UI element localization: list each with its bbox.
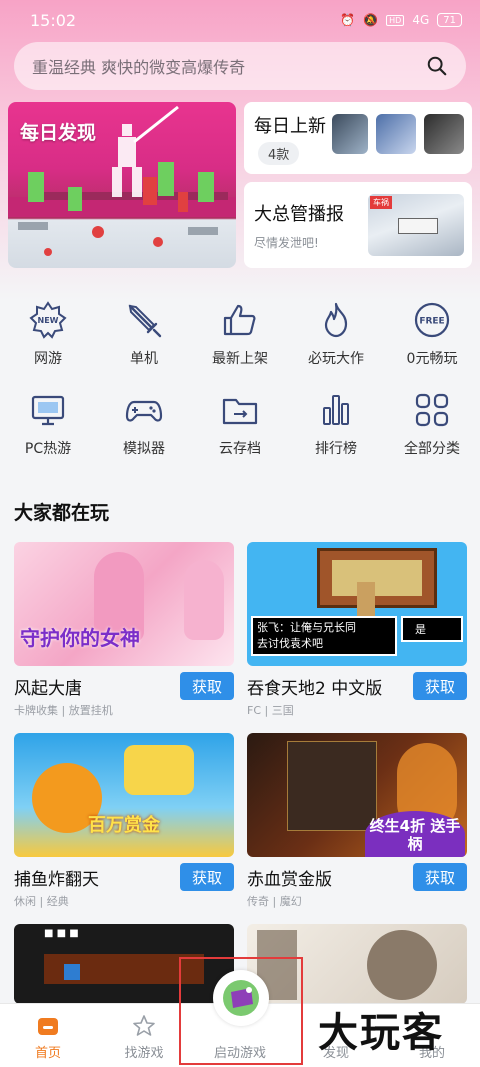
svg-text:NEW: NEW	[38, 316, 59, 325]
game-banner-text: 守护你的女神	[20, 626, 140, 650]
daily-new-card[interactable]: 每日上新 4款	[244, 102, 472, 174]
new-game-thumb-1	[332, 114, 368, 154]
category-free-play[interactable]: FREE 0元畅玩	[384, 300, 480, 368]
dialog-option: 是	[401, 616, 463, 642]
game-name: 捕鱼炸翻天	[14, 870, 99, 890]
category-grid: NEW 网游 单机 最新上架 必玩大作 FREE 0元畅玩 PC热游 模拟器 云…	[0, 300, 480, 458]
nav-home[interactable]: 首页	[0, 1004, 96, 1067]
get-button[interactable]: 获取	[413, 672, 467, 700]
category-all[interactable]: 全部分类	[384, 390, 480, 458]
signal-icon: 4G	[412, 13, 430, 27]
search-placeholder: 重温经典 爽快的微变高爆传奇	[32, 58, 246, 77]
game-card[interactable]: 守护你的女神 风起大唐 卡牌收集 | 放置挂机 获取	[14, 542, 234, 717]
category-label: 单机	[130, 351, 158, 367]
game-banner[interactable]: 百万赏金	[14, 733, 234, 857]
hd-icon: HD	[386, 14, 405, 26]
game-card[interactable]: 张飞：让俺与兄长同 去讨伐袁术吧 是 吞食天地2 中文版 FC | 三国 获取	[247, 542, 467, 717]
category-label: PC热游	[24, 441, 72, 457]
mute-icon: 🔕	[363, 13, 379, 27]
grid-icon	[415, 393, 449, 427]
status-icons: ⏰ 🔕 HD 4G 71	[340, 13, 462, 27]
category-label: 云存档	[219, 441, 261, 457]
news-card[interactable]: 大总管播报 尽情发泄吧! 车祸	[244, 182, 472, 268]
daily-new-title: 每日上新	[254, 116, 326, 137]
game-tags: FC | 三国	[247, 704, 294, 717]
category-pc-games[interactable]: PC热游	[0, 390, 96, 458]
new-badge-icon: NEW	[29, 301, 67, 339]
sword-icon	[128, 304, 162, 338]
search-bar[interactable]: 重温经典 爽快的微变高爆传奇	[14, 42, 466, 90]
search-icon[interactable]	[426, 55, 448, 77]
bar-chart-icon	[323, 395, 349, 425]
get-button[interactable]: 获取	[180, 863, 234, 891]
game-banner-text: 终生4折 送手柄	[365, 811, 465, 857]
category-single-player[interactable]: 单机	[96, 300, 192, 368]
get-button[interactable]: 获取	[413, 863, 467, 891]
news-subtitle: 尽情发泄吧!	[254, 236, 319, 250]
gamepad-icon	[125, 400, 163, 422]
category-label: 0元畅玩	[406, 351, 458, 367]
game-card[interactable]: 百万赏金 捕鱼炸翻天 休闲 | 经典 获取	[14, 733, 234, 908]
nav-find-games[interactable]: 找游戏	[96, 1004, 192, 1067]
category-label: 最新上架	[212, 351, 268, 367]
monitor-icon	[31, 395, 65, 426]
cloud-folder-icon	[222, 398, 258, 425]
category-label: 必玩大作	[308, 351, 364, 367]
game-name: 吞食天地2 中文版	[247, 679, 383, 699]
status-bar: 15:02 ⏰ 🔕 HD 4G 71	[0, 0, 480, 40]
banner-label: 每日发现	[20, 122, 97, 144]
game-tags: 传奇 | 魔幻	[247, 895, 302, 908]
news-title: 大总管播报	[254, 204, 344, 225]
daily-new-count: 4款	[258, 142, 300, 165]
category-label: 模拟器	[123, 441, 165, 457]
game-banner[interactable]: 张飞：让俺与兄长同 去讨伐袁术吧 是	[247, 542, 467, 666]
alarm-icon: ⏰	[340, 13, 356, 27]
nav-label: 找游戏	[124, 1046, 164, 1061]
launch-game-highlight	[179, 957, 303, 1065]
category-ranking[interactable]: 排行榜	[288, 390, 384, 458]
new-game-thumb-3	[424, 114, 464, 154]
category-label: 网游	[34, 351, 62, 367]
game-banner[interactable]: 终生4折 送手柄	[247, 733, 467, 857]
category-label: 全部分类	[404, 441, 460, 457]
category-online-games[interactable]: NEW 网游	[0, 300, 96, 368]
category-emulator[interactable]: 模拟器	[96, 390, 192, 458]
home-icon	[38, 1018, 58, 1035]
game-name: 赤血赏金版	[247, 870, 332, 890]
category-must-play[interactable]: 必玩大作	[288, 300, 384, 368]
category-cloud-save[interactable]: 云存档	[192, 390, 288, 458]
daily-discovery-banner[interactable]: 每日发现	[8, 102, 236, 268]
game-name: 风起大唐	[14, 679, 82, 699]
news-thumb: 车祸	[368, 194, 464, 256]
section-title: 大家都在玩	[14, 502, 110, 524]
game-banner[interactable]: 守护你的女神	[14, 542, 234, 666]
game-tags: 卡牌收集 | 放置挂机	[14, 704, 113, 717]
thumbs-up-icon	[223, 304, 256, 336]
game-card[interactable]: 终生4折 送手柄 赤血赏金版 传奇 | 魔幻 获取	[247, 733, 467, 908]
category-label: 排行榜	[315, 441, 357, 457]
new-game-thumb-2	[376, 114, 416, 154]
game-banner-text: 百万赏金	[88, 815, 160, 836]
dialog-line: 去讨伐袁术吧	[257, 637, 323, 650]
star-icon	[133, 1015, 155, 1036]
free-badge-icon: FREE	[414, 302, 450, 338]
status-time: 15:02	[30, 10, 77, 30]
watermark-logo: 大玩客	[318, 1009, 444, 1056]
game-tags: 休闲 | 经典	[14, 895, 69, 908]
nav-label: 首页	[34, 1046, 61, 1061]
battery-icon: 71	[437, 13, 462, 27]
dialog-line: 张飞：让俺与兄长同	[257, 621, 356, 634]
category-new-releases[interactable]: 最新上架	[192, 300, 288, 368]
hud-text: ■ ■ ■	[44, 928, 79, 939]
get-button[interactable]: 获取	[180, 672, 234, 700]
flame-icon	[324, 302, 348, 338]
svg-text:FREE: FREE	[419, 317, 444, 327]
